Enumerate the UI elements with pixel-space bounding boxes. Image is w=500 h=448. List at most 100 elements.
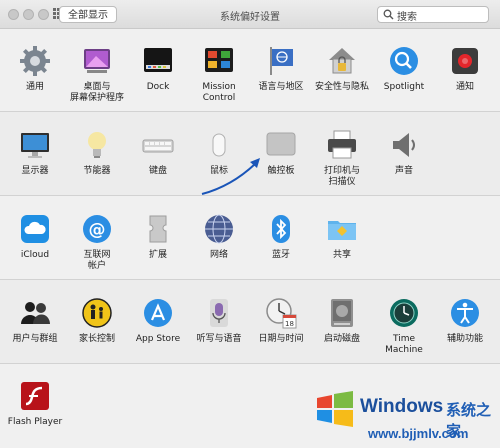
flash-icon (18, 379, 52, 413)
trackpad-icon (264, 128, 298, 162)
pref-desktop-screensaver[interactable]: 桌面与 屏幕保护程序 (66, 44, 128, 104)
pref-label: 语言与地区 (258, 82, 304, 92)
svg-text:@: @ (89, 220, 106, 240)
pref-general[interactable]: 通用 (4, 44, 66, 93)
pref-bluetooth[interactable]: 蓝牙 (250, 212, 312, 261)
parental-controls-icon (80, 296, 114, 330)
pref-security-privacy[interactable]: 安全性与隐私 (311, 44, 373, 93)
app-store-icon (141, 296, 175, 330)
pref-flash-player[interactable]: Flash Player (4, 379, 66, 428)
pref-label: Spotlight (383, 82, 425, 92)
pref-sharing[interactable]: 共享 (311, 212, 373, 261)
desktop-icon (80, 44, 114, 78)
users-icon (18, 296, 52, 330)
magnifier-icon (387, 44, 421, 78)
clock-calendar-icon: 18 (264, 296, 298, 330)
pref-label: 打印机与 扫描仪 (323, 166, 360, 187)
accessibility-icon (448, 296, 482, 330)
pref-label: 共享 (332, 250, 351, 260)
pref-spotlight[interactable]: Spotlight (373, 44, 435, 93)
watermark-url: www.bjjmlv.com (368, 426, 469, 441)
keyboard-icon (141, 128, 175, 162)
hard-disk-icon (325, 296, 359, 330)
pref-label: 互联网 帐户 (83, 250, 111, 271)
pref-label: 桌面与 屏幕保护程序 (69, 82, 124, 103)
extensions-icon (141, 212, 175, 246)
pref-label: 通知 (455, 82, 474, 92)
svg-text:18: 18 (285, 320, 294, 328)
pref-label: 节能器 (83, 166, 111, 176)
pref-printers-scanners[interactable]: 打印机与 扫描仪 (311, 128, 373, 188)
icloud-icon (18, 212, 52, 246)
at-sign-icon: @ (80, 212, 114, 246)
speaker-icon (387, 128, 421, 162)
search-field[interactable]: 搜索 (377, 6, 489, 23)
dock-icon (141, 44, 175, 78)
pref-energy-saver[interactable]: 节能器 (66, 128, 128, 177)
microphone-icon (202, 296, 236, 330)
mission-control-icon (202, 44, 236, 78)
windows-logo-icon (317, 391, 353, 427)
pref-users-groups[interactable]: 用户与群组 (4, 296, 66, 345)
sharing-folder-icon (325, 212, 359, 246)
system-preferences-window: 全部显示 系统偏好设置 搜索 通用 桌面与 屏幕保护程序 Dock Missio… (0, 0, 500, 448)
pref-mouse[interactable]: 鼠标 (188, 128, 250, 177)
pref-trackpad[interactable]: 触控板 (250, 128, 312, 177)
time-machine-icon (387, 296, 421, 330)
pref-sound[interactable]: 声音 (373, 128, 435, 177)
lightbulb-icon (80, 128, 114, 162)
pref-extensions[interactable]: 扩展 (127, 212, 189, 261)
pref-label: 显示器 (21, 166, 49, 176)
pref-accessibility[interactable]: 辅助功能 (434, 296, 496, 345)
gear-icon (18, 44, 52, 78)
pref-dictation-speech[interactable]: 听写与语音 (188, 296, 250, 345)
pref-label: 辅助功能 (446, 334, 483, 344)
pref-label: 日期与时间 (258, 334, 304, 344)
pref-label: App Store (135, 334, 181, 344)
pref-label: 家长控制 (78, 334, 115, 344)
pref-label: 触控板 (267, 166, 295, 176)
pref-icloud[interactable]: iCloud (4, 212, 66, 261)
pref-label: Mission Control (202, 82, 236, 103)
pref-date-time[interactable]: 18 日期与时间 (250, 296, 312, 345)
pref-label: Dock (146, 82, 170, 92)
printer-icon (325, 128, 359, 162)
pref-label: 网络 (209, 250, 228, 260)
pref-label: 通用 (25, 82, 44, 92)
pref-label: Flash Player (7, 417, 63, 427)
pref-label: iCloud (20, 250, 50, 260)
globe-icon (202, 212, 236, 246)
pref-parental-controls[interactable]: 家长控制 (66, 296, 128, 345)
pref-internet-accounts[interactable]: @ 互联网 帐户 (66, 212, 128, 272)
pref-keyboard[interactable]: 键盘 (127, 128, 189, 177)
notifications-icon (448, 44, 482, 78)
search-placeholder: 搜索 (397, 12, 417, 23)
pref-label: 鼠标 (209, 166, 228, 176)
pref-label: Time Machine (385, 334, 423, 355)
pref-label: 用户与群组 (12, 334, 58, 344)
watermark: Windows 系统之家 www.bjjmlv.com (306, 384, 500, 448)
pref-label: 扩展 (148, 250, 167, 260)
pref-app-store[interactable]: App Store (127, 296, 189, 345)
search-icon (383, 9, 394, 20)
pref-displays[interactable]: 显示器 (4, 128, 66, 177)
title-bar: 全部显示 系统偏好设置 搜索 (0, 0, 500, 29)
pref-label: 启动磁盘 (323, 334, 360, 344)
pref-label: 蓝牙 (271, 250, 290, 260)
pref-label: 安全性与隐私 (314, 82, 369, 92)
display-icon (18, 128, 52, 162)
pref-notifications[interactable]: 通知 (434, 44, 496, 93)
mouse-icon (202, 128, 236, 162)
pref-startup-disk[interactable]: 启动磁盘 (311, 296, 373, 345)
pref-dock[interactable]: Dock (127, 44, 189, 93)
pref-label: 声音 (394, 166, 413, 176)
bluetooth-icon (264, 212, 298, 246)
flag-icon (264, 44, 298, 78)
pref-network[interactable]: 网络 (188, 212, 250, 261)
pref-language-region[interactable]: 语言与地区 (250, 44, 312, 93)
watermark-brand: Windows (360, 396, 444, 417)
pref-mission-control[interactable]: Mission Control (188, 44, 250, 104)
pref-label: 键盘 (148, 166, 167, 176)
house-lock-icon (325, 44, 359, 78)
pref-time-machine[interactable]: Time Machine (373, 296, 435, 356)
